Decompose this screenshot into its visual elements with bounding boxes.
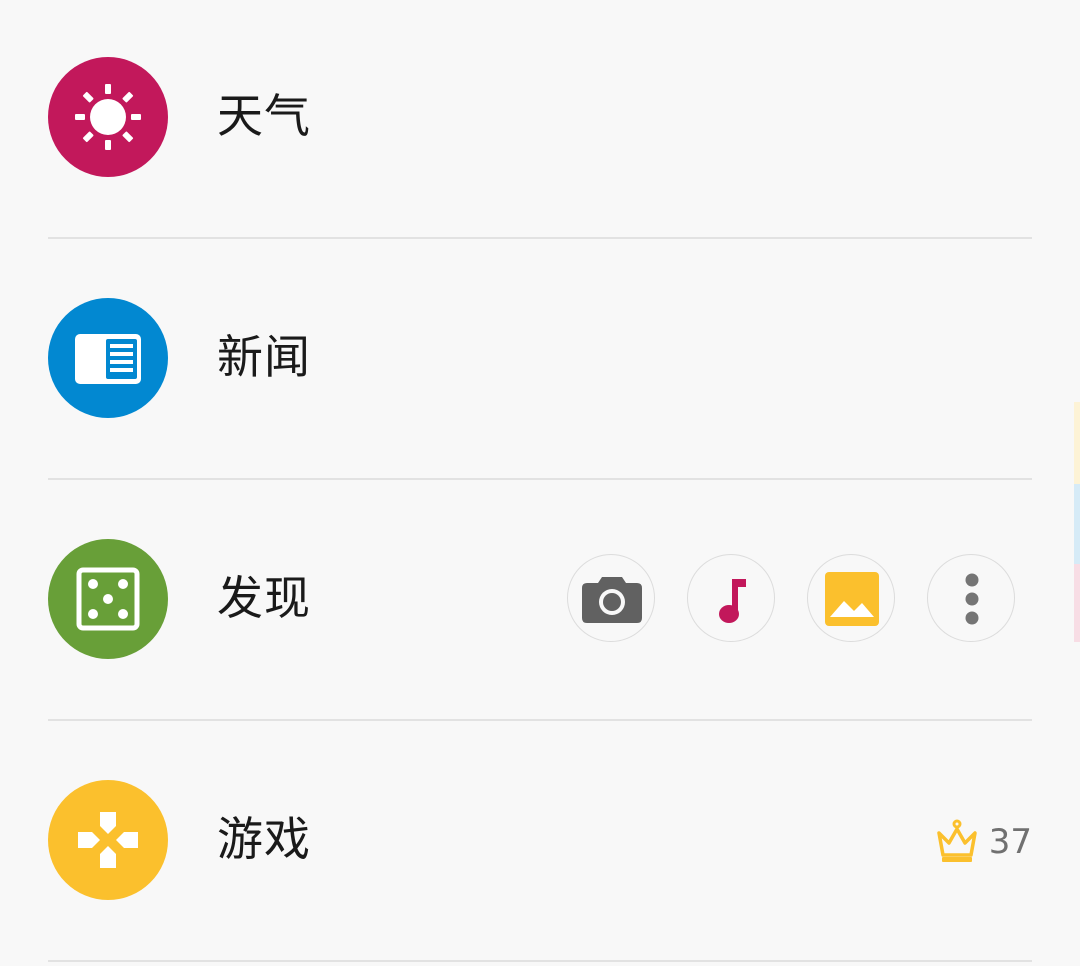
list-item-games[interactable]: 游戏 <box>0 723 1080 963</box>
divider <box>48 478 1032 480</box>
newspaper-icon <box>48 298 168 418</box>
music-shortcut-button[interactable] <box>687 554 775 642</box>
music-note-icon <box>719 579 746 623</box>
edge-panel-handle-middle[interactable] <box>1074 484 1080 564</box>
list-item-discover[interactable]: 发现 <box>0 482 1080 722</box>
sun-icon <box>48 57 168 177</box>
list-item-label: 天气 <box>217 89 311 143</box>
crown-icon <box>936 819 977 862</box>
list-item-news[interactable]: 新闻 <box>0 241 1080 481</box>
edge-panel-handle-top[interactable] <box>1074 402 1080 484</box>
more-options-button[interactable] <box>927 554 1015 642</box>
list-item-label: 新闻 <box>217 330 311 384</box>
more-vertical-icon <box>965 573 979 625</box>
camera-shortcut-button[interactable] <box>567 554 655 642</box>
gamepad-icon <box>48 780 168 900</box>
list-item-label: 游戏 <box>217 812 311 866</box>
list-item-weather[interactable]: 天气 <box>0 0 1080 240</box>
camera-icon <box>582 577 642 623</box>
list-item-label: 发现 <box>217 571 311 625</box>
gallery-shortcut-button[interactable] <box>807 554 895 642</box>
divider <box>48 960 1032 962</box>
divider <box>48 719 1032 721</box>
dice-icon <box>48 539 168 659</box>
game-count: 37 <box>988 822 1032 862</box>
edge-panel-handle-bottom[interactable] <box>1074 564 1080 642</box>
divider <box>48 237 1032 239</box>
game-badge: 37 <box>935 812 1032 872</box>
gallery-icon <box>825 572 879 626</box>
